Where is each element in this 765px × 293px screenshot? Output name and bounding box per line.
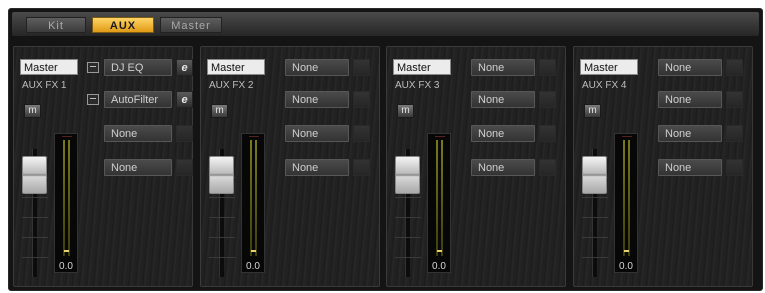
fx-slot-select[interactable]: None: [471, 91, 535, 108]
aux-channel-3: Master AUX FX 3 m 0.0 None None None None: [386, 46, 566, 287]
fader-tick: [582, 217, 608, 218]
channel-name: AUX FX 3: [395, 80, 440, 91]
edit-fx-button[interactable]: [176, 159, 193, 176]
aux-channel-2: Master AUX FX 2 m 0.0 None None None None: [200, 46, 380, 287]
edit-fx-button[interactable]: [176, 125, 193, 142]
channel-name: AUX FX 2: [209, 80, 254, 91]
aux-channel-1: Master AUX FX 1 m 0.0 DJ EQ e AutoFilter e None N…: [13, 46, 193, 287]
tab-kit[interactable]: Kit: [26, 17, 86, 33]
tab-aux[interactable]: AUX: [92, 17, 154, 33]
fader-tick: [395, 257, 421, 258]
fader-tick: [395, 197, 421, 198]
meter-bar-left: [623, 140, 625, 256]
fader-tick: [209, 197, 235, 198]
level-meter: [614, 133, 638, 273]
edit-fx-button[interactable]: [539, 159, 556, 176]
fx-slot-select[interactable]: None: [471, 59, 535, 76]
fader-tick: [209, 237, 235, 238]
fx-slot: None: [387, 125, 565, 142]
fx-slot-select[interactable]: None: [104, 159, 172, 176]
fx-slot: None: [201, 159, 379, 176]
fx-slot: AutoFilter e: [14, 91, 193, 108]
edit-fx-button[interactable]: [353, 159, 370, 176]
fx-slot-select[interactable]: None: [285, 59, 349, 76]
edit-fx-button[interactable]: [353, 91, 370, 108]
meter-bar-right: [628, 140, 630, 256]
edit-fx-button[interactable]: e: [176, 91, 193, 108]
fader-tick: [209, 257, 235, 258]
fx-slot-select[interactable]: None: [658, 91, 722, 108]
meter-bar-right: [441, 140, 443, 256]
fx-slot: None: [387, 59, 565, 76]
level-meter: [54, 133, 78, 273]
edit-fx-button[interactable]: [539, 91, 556, 108]
edit-fx-button[interactable]: [726, 59, 743, 76]
fx-slot: None: [14, 125, 193, 142]
meter-peak-marker: [437, 250, 442, 252]
meter-bar-right: [255, 140, 257, 256]
fader-tick: [22, 217, 48, 218]
meter-peak-marker: [251, 250, 256, 252]
fx-slot: None: [574, 91, 752, 108]
fx-slot: None: [387, 159, 565, 176]
fader-tick: [22, 197, 48, 198]
fx-slot: None: [201, 91, 379, 108]
fx-slot-select[interactable]: None: [658, 59, 722, 76]
fx-slot: DJ EQ e: [14, 59, 193, 76]
fader-tick: [209, 217, 235, 218]
meter-bar-left: [436, 140, 438, 256]
fader-tick: [22, 257, 48, 258]
fx-slot: None: [387, 91, 565, 108]
fx-slot-select[interactable]: None: [658, 125, 722, 142]
channel-name: AUX FX 4: [582, 80, 627, 91]
level-readout: 0.0: [619, 261, 633, 272]
fader-tick: [582, 197, 608, 198]
meter-bar-right: [68, 140, 70, 256]
fx-slot: None: [574, 159, 752, 176]
meter-bar-left: [250, 140, 252, 256]
bypass-toggle[interactable]: [87, 94, 99, 105]
fader-tick: [582, 237, 608, 238]
fader-tick: [582, 257, 608, 258]
fx-slot-select[interactable]: DJ EQ: [104, 59, 172, 76]
fader-tick: [395, 237, 421, 238]
fx-slot-select[interactable]: None: [285, 91, 349, 108]
channel-name: AUX FX 1: [22, 80, 67, 91]
fx-slot-select[interactable]: None: [471, 125, 535, 142]
edit-fx-button[interactable]: [539, 125, 556, 142]
fader-tick: [22, 237, 48, 238]
fx-slot: None: [574, 59, 752, 76]
edit-fx-button[interactable]: e: [176, 59, 193, 76]
tab-master[interactable]: Master: [160, 17, 222, 33]
fx-slot-select[interactable]: None: [104, 125, 172, 142]
meter-peak-marker: [624, 250, 629, 252]
fx-slot: None: [201, 125, 379, 142]
level-readout: 0.0: [59, 261, 73, 272]
level-meter: [427, 133, 451, 273]
fx-slot-select[interactable]: None: [658, 159, 722, 176]
edit-fx-button[interactable]: [353, 125, 370, 142]
fx-slot: None: [574, 125, 752, 142]
level-readout: 0.0: [432, 261, 446, 272]
fader-tick: [395, 217, 421, 218]
aux-channel-4: Master AUX FX 4 m 0.0 None None None None: [573, 46, 753, 287]
meter-bar-left: [63, 140, 65, 256]
edit-fx-button[interactable]: [726, 91, 743, 108]
edit-fx-button[interactable]: [353, 59, 370, 76]
bypass-toggle[interactable]: [87, 62, 99, 73]
edit-fx-button[interactable]: [539, 59, 556, 76]
tab-bar: Kit AUX Master: [12, 12, 759, 36]
edit-fx-button[interactable]: [726, 125, 743, 142]
fx-slot: None: [14, 159, 193, 176]
fx-slot-select[interactable]: AutoFilter: [104, 91, 172, 108]
edit-fx-button[interactable]: [726, 159, 743, 176]
fx-slot-select[interactable]: None: [285, 159, 349, 176]
meter-peak-marker: [64, 250, 69, 252]
level-meter: [241, 133, 265, 273]
fx-slot: None: [201, 59, 379, 76]
fx-slot-select[interactable]: None: [285, 125, 349, 142]
fx-slot-select[interactable]: None: [471, 159, 535, 176]
level-readout: 0.0: [246, 261, 260, 272]
